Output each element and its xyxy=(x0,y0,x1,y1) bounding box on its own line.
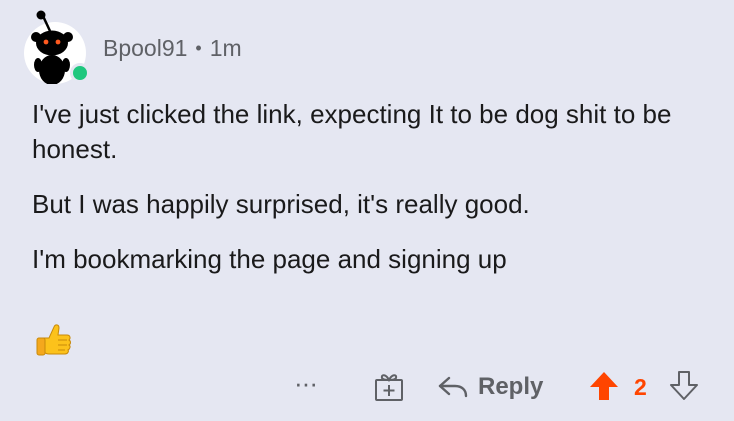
comment-age: 1m xyxy=(209,35,242,61)
reply-label: Reply xyxy=(478,373,544,400)
thumbs-up-emoji-icon xyxy=(36,324,71,356)
author-name[interactable]: Bpool91 xyxy=(103,35,187,61)
comment-body: I've just clicked the link, expecting It… xyxy=(32,97,712,297)
comment-meta: Bpool91 • 1m xyxy=(103,34,242,64)
reply-arrow-icon xyxy=(438,376,468,398)
award-icon[interactable] xyxy=(372,370,406,404)
meta-separator: • xyxy=(195,38,202,58)
vote-count: 2 xyxy=(634,374,647,400)
reply-button[interactable]: Reply xyxy=(436,370,543,404)
upvote-arrow-icon[interactable] xyxy=(588,369,620,403)
comment: Bpool91 • 1m I've just clicked the link, e… xyxy=(0,0,734,421)
comment-actions: ··· Reply 2 xyxy=(0,364,734,408)
comment-paragraph: I've just clicked the link, expecting It… xyxy=(32,99,672,164)
comment-paragraph: But I was happily surprised, it's really… xyxy=(32,189,530,219)
avatar[interactable] xyxy=(24,10,90,84)
online-status-icon xyxy=(70,63,90,83)
downvote-arrow-icon[interactable] xyxy=(668,369,700,403)
comment-paragraph: I'm bookmarking the page and signing up xyxy=(32,244,507,274)
more-options-button[interactable]: ··· xyxy=(294,368,324,404)
